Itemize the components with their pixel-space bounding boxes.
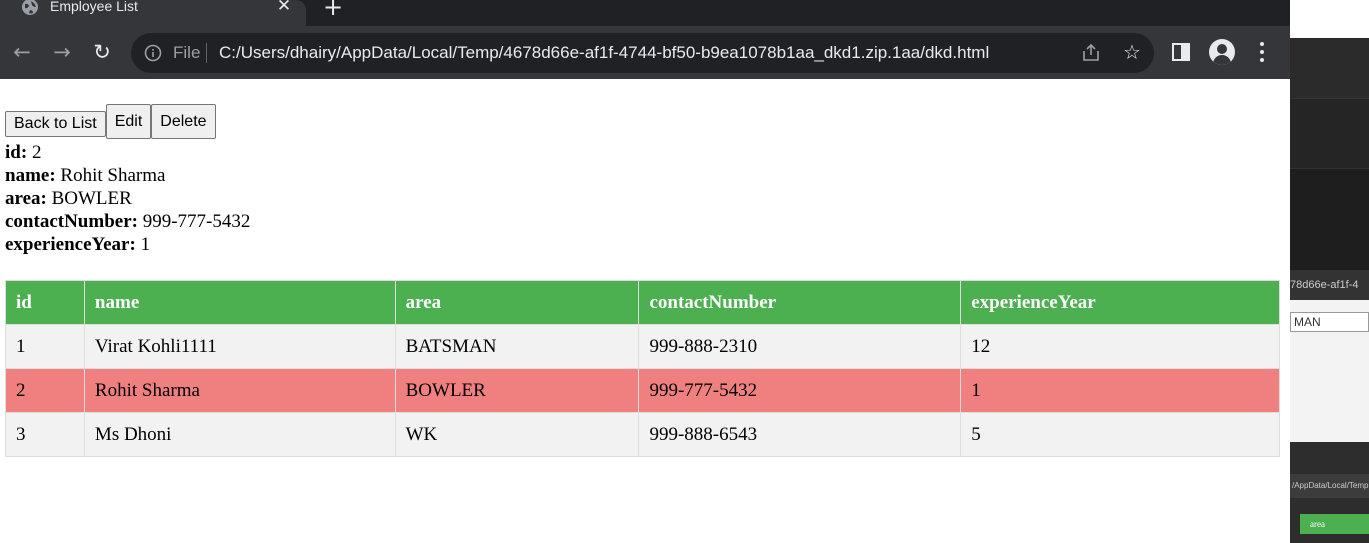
- detail-experience-year: experienceYear: 1: [5, 234, 151, 255]
- action-buttons: Back to List Edit Delete: [5, 104, 216, 139]
- cell-id: 1: [5, 324, 85, 369]
- profile-avatar-icon[interactable]: [1209, 39, 1235, 65]
- new-tab-icon[interactable]: +: [321, 0, 345, 19]
- background-window-dialog: 78d66e-af1f-4 MAN: [1290, 270, 1369, 442]
- table-row[interactable]: 3 Ms Dhoni WK 999-888-6543 5: [5, 412, 1280, 457]
- delete-button[interactable]: Delete: [151, 104, 216, 139]
- table-row-selected[interactable]: 2 Rohit Sharma BOWLER 999-777-5432 1: [5, 368, 1280, 413]
- cell-contact-number: 999-777-5432: [638, 368, 962, 413]
- detail-name: name: Rohit Sharma: [5, 165, 166, 186]
- close-icon[interactable]: ✕: [274, 0, 294, 16]
- browser-toolbar: ← → ↻ File C:/Users/dhairy/AppData/Local…: [0, 26, 1290, 79]
- background-window-preview: /AppData/Local/Temp area: [1290, 442, 1369, 543]
- cell-id: 2: [5, 368, 85, 413]
- tab-bar: Employee List ✕ +: [0, 0, 1290, 26]
- background-preview-header: area: [1300, 514, 1369, 534]
- background-preview-path: /AppData/Local/Temp: [1290, 474, 1369, 498]
- table-row[interactable]: 1 Virat Kohli1111 BATSMAN 999-888-2310 1…: [5, 324, 1280, 369]
- page-content: Back to List Edit Delete id: 2 name: Roh…: [0, 80, 1290, 543]
- detail-area: area: BOWLER: [5, 188, 132, 209]
- tab-employee-list[interactable]: Employee List ✕: [0, 0, 306, 26]
- bookmark-star-icon[interactable]: ☆: [1121, 41, 1143, 63]
- employee-table: id name area contactNumber experienceYea…: [5, 280, 1280, 457]
- cell-id: 3: [5, 412, 85, 457]
- detail-id: id: 2: [5, 142, 42, 163]
- cell-name: Rohit Sharma: [83, 368, 396, 413]
- background-window-panel: [1290, 168, 1369, 248]
- side-panel-icon[interactable]: [1172, 43, 1190, 61]
- cell-name: Virat Kohli1111: [83, 324, 396, 369]
- cell-experience-year: 5: [960, 412, 1280, 457]
- reload-icon[interactable]: ↻: [88, 38, 116, 66]
- kebab-menu-icon[interactable]: [1253, 41, 1271, 63]
- cell-contact-number: 999-888-2310: [638, 324, 962, 369]
- edit-button[interactable]: Edit: [105, 104, 152, 139]
- background-path-text: 78d66e-af1f-4: [1290, 270, 1369, 300]
- file-label: File: [173, 43, 201, 62]
- table-header-row: id name area contactNumber experienceYea…: [5, 280, 1280, 325]
- cell-area: BATSMAN: [394, 324, 640, 369]
- cell-area: WK: [394, 412, 640, 457]
- globe-icon: [22, 0, 38, 15]
- background-window-panel: [1290, 98, 1369, 168]
- cell-experience-year: 12: [960, 324, 1280, 369]
- background-input: MAN: [1290, 312, 1369, 332]
- cell-area: BOWLER: [394, 368, 640, 413]
- divider: [206, 43, 207, 63]
- column-header-experience-year: experienceYear: [960, 280, 1280, 325]
- info-icon[interactable]: [144, 44, 162, 62]
- cell-name: Ms Dhoni: [83, 412, 396, 457]
- background-window-toolbar: [1290, 38, 1369, 98]
- browser-window: Employee List ✕ + ← → ↻ File C:/Users/dh…: [0, 0, 1290, 543]
- forward-arrow-icon[interactable]: →: [48, 38, 76, 66]
- background-window: 78d66e-af1f-4 MAN /AppData/Local/Temp ar…: [1290, 0, 1369, 543]
- address-bar[interactable]: File C:/Users/dhairy/AppData/Local/Temp/…: [131, 33, 1154, 73]
- back-to-list-button[interactable]: Back to List: [5, 111, 106, 137]
- background-window-top: [1290, 0, 1369, 38]
- column-header-name: name: [83, 280, 396, 325]
- share-icon[interactable]: [1081, 43, 1101, 63]
- back-arrow-icon[interactable]: ←: [8, 38, 36, 66]
- employee-details: id: 2 name: Rohit Sharma area: BOWLER co…: [5, 141, 250, 256]
- detail-contact-number: contactNumber: 999-777-5432: [5, 211, 251, 232]
- tab-title: Employee List: [50, 0, 138, 14]
- cell-contact-number: 999-888-6543: [638, 412, 962, 457]
- url-text[interactable]: C:/Users/dhairy/AppData/Local/Temp/4678d…: [219, 43, 989, 63]
- column-header-contact-number: contactNumber: [638, 280, 962, 325]
- cell-experience-year: 1: [960, 368, 1280, 413]
- column-header-area: area: [394, 280, 640, 325]
- column-header-id: id: [5, 280, 85, 325]
